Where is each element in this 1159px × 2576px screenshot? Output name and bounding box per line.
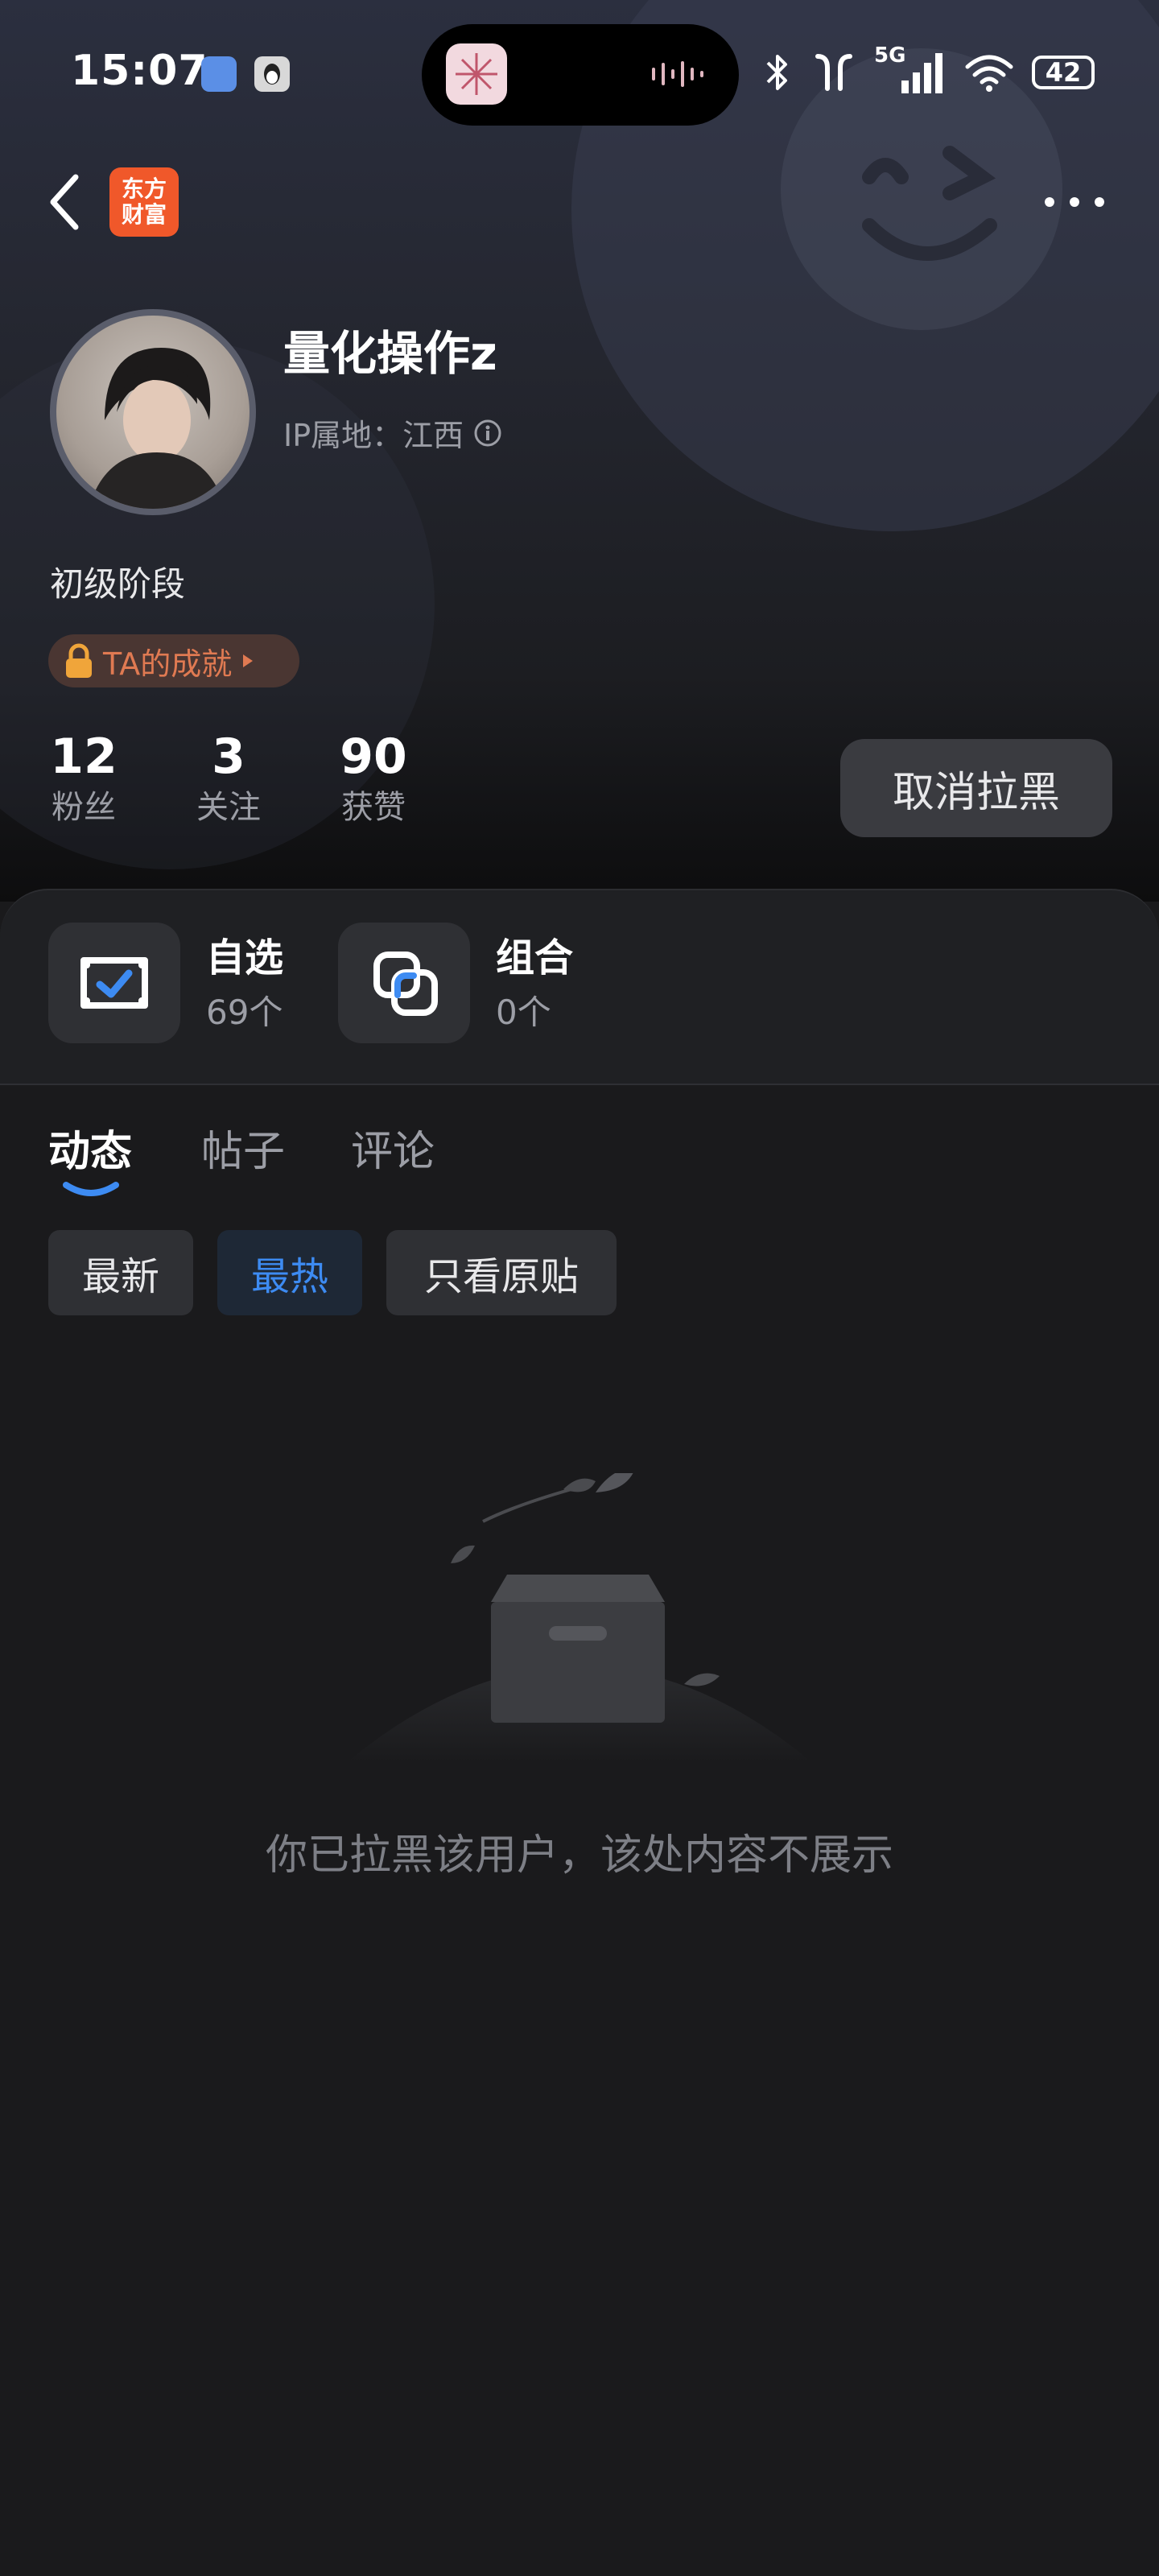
chevron-left-icon: [50, 174, 79, 230]
portfolio-title: 组合: [496, 935, 574, 980]
tab-posts[interactable]: 帖子: [201, 1117, 285, 1178]
stat-value: 90: [340, 729, 407, 785]
lock-icon: [66, 643, 92, 678]
empty-box-icon: [346, 1473, 813, 1763]
cellular-signal: 5G: [874, 43, 947, 97]
brand-badge[interactable]: 东方财富: [109, 167, 179, 237]
battery-icon: 42: [1032, 56, 1095, 89]
info-icon[interactable]: [473, 419, 502, 448]
watchlist-title: 自选: [206, 935, 284, 980]
audio-wave-icon: [652, 61, 703, 87]
back-button[interactable]: [42, 166, 90, 238]
avatar[interactable]: [50, 309, 256, 515]
signal-icon: [901, 53, 942, 93]
ip-location-text: IP属地：江西: [283, 418, 464, 453]
stat-following[interactable]: 3 关注: [190, 729, 267, 828]
earbuds-icon: [815, 54, 852, 91]
qq-notification-icon: [254, 56, 290, 92]
ip-location: IP属地：江西: [283, 411, 502, 455]
stat-label: 粉丝: [52, 789, 116, 826]
more-button[interactable]: [1038, 182, 1111, 222]
bluetooth-icon: [766, 55, 787, 90]
more-dots-icon: [1045, 197, 1104, 207]
portfolio-squares-icon: [373, 952, 438, 1016]
filter-hottest[interactable]: 最热: [217, 1230, 362, 1315]
stat-likes[interactable]: 90 获赞: [335, 729, 412, 828]
stat-label: 关注: [196, 789, 261, 826]
stat-value: 12: [50, 729, 118, 785]
divider: [0, 1084, 1159, 1085]
dynamic-island[interactable]: [422, 24, 739, 126]
unblock-button[interactable]: 取消拉黑: [840, 739, 1112, 837]
portfolio-count: 0个: [496, 993, 551, 1032]
stat-value: 3: [212, 729, 245, 785]
wifi-icon: [965, 55, 1013, 92]
username: 量化操作z: [283, 326, 497, 381]
tab-comments[interactable]: 评论: [351, 1117, 435, 1178]
play-triangle-icon: [243, 654, 254, 667]
achievement-button[interactable]: TA的成就: [48, 634, 299, 687]
watchlist-count: 69个: [206, 993, 283, 1032]
feature-card: 自选 69个 组合 0个: [0, 889, 1159, 1084]
tab-activity[interactable]: 动态: [48, 1117, 132, 1178]
status-icons: 5G 42: [761, 43, 1095, 97]
status-bar: 15:07 5G 42: [0, 0, 1159, 145]
achievement-label: TA的成就: [103, 646, 233, 682]
app-notification-icon: [201, 56, 237, 92]
stat-label: 获赞: [341, 789, 406, 826]
status-time: 15:07: [71, 47, 208, 95]
music-artwork-icon: [446, 43, 507, 105]
empty-state-message: 你已拉黑该用户，该处内容不展示: [265, 1831, 893, 1880]
portfolio-button[interactable]: [338, 923, 470, 1043]
filter-original-only[interactable]: 只看原贴: [386, 1230, 617, 1315]
watchlist-check-icon: [80, 957, 148, 1009]
tab-active-indicator: [63, 1182, 119, 1196]
filter-latest[interactable]: 最新: [48, 1230, 193, 1315]
stat-fans[interactable]: 12 粉丝: [45, 729, 122, 828]
watchlist-button[interactable]: [48, 923, 180, 1043]
user-level: 初级阶段: [50, 564, 186, 604]
